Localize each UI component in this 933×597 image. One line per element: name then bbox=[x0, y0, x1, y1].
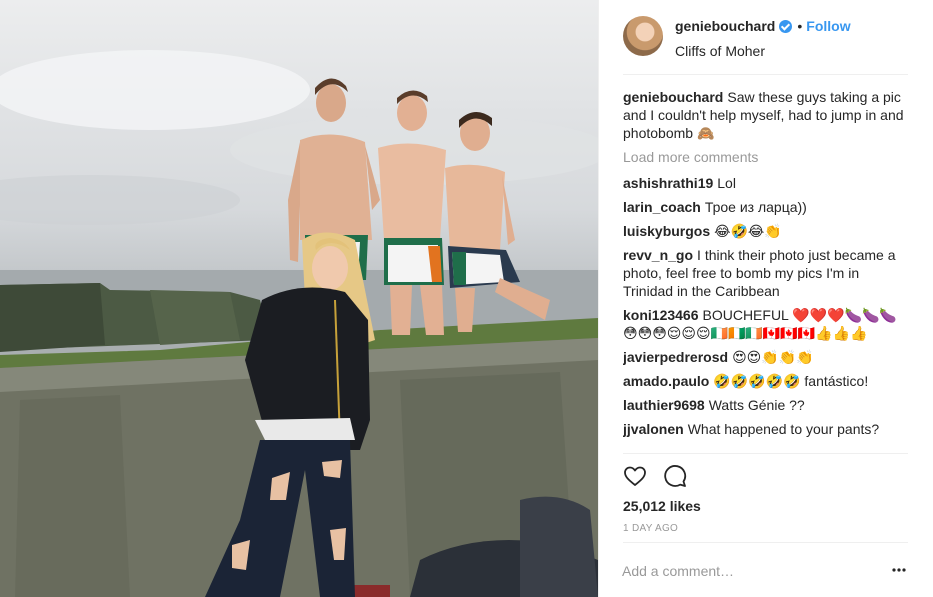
heart-icon[interactable] bbox=[623, 464, 647, 488]
likes-count[interactable]: 25,012 likes bbox=[623, 498, 701, 514]
instagram-post: geniebouchard • Follow Cliffs of Moher g… bbox=[0, 0, 933, 597]
comment-username[interactable]: lauthier9698 bbox=[623, 397, 705, 413]
comment-item: ashishrathi19 Lol bbox=[623, 174, 909, 192]
comment-text: Watts Génie ?? bbox=[708, 397, 805, 413]
photo-scene bbox=[0, 50, 598, 597]
comment-item: amado.paulo 🤣🤣🤣🤣🤣 fantástico! bbox=[623, 372, 909, 390]
comment-username[interactable]: ashishrathi19 bbox=[623, 175, 713, 191]
follow-button[interactable]: Follow bbox=[806, 18, 850, 34]
comments-list[interactable]: geniebouchard Saw these guys taking a pic… bbox=[623, 88, 909, 453]
comment-username[interactable]: koni123466 bbox=[623, 307, 699, 323]
comment-item: javierpedrerosd 😍😍👏👏👏 bbox=[623, 348, 909, 366]
comment-username[interactable]: luiskyburgos bbox=[623, 223, 710, 239]
add-comment-input[interactable] bbox=[622, 560, 908, 582]
author-username[interactable]: geniebouchard bbox=[675, 18, 775, 34]
header-divider bbox=[623, 74, 908, 75]
more-options-icon[interactable] bbox=[892, 568, 906, 572]
caption: geniebouchard Saw these guys taking a pic… bbox=[623, 88, 909, 142]
comments-divider bbox=[623, 453, 908, 454]
comment-username[interactable]: jjvalonen bbox=[623, 421, 684, 437]
comment-username[interactable]: amado.paulo bbox=[623, 373, 709, 389]
comment-username[interactable]: revv_n_go bbox=[623, 247, 693, 263]
comment-icon[interactable] bbox=[663, 464, 687, 488]
separator-dot: • bbox=[797, 18, 803, 34]
caption-username[interactable]: geniebouchard bbox=[623, 89, 723, 105]
add-comment-divider bbox=[623, 542, 908, 543]
avatar[interactable] bbox=[623, 16, 663, 56]
comment-text: 😂🤣😂👏 bbox=[714, 223, 782, 239]
location-link[interactable]: Cliffs of Moher bbox=[675, 43, 765, 59]
comment-username[interactable]: javierpedrerosd bbox=[623, 349, 728, 365]
post-timestamp[interactable]: 1 DAY AGO bbox=[623, 523, 678, 534]
post-side-panel: geniebouchard • Follow Cliffs of Moher g… bbox=[598, 0, 933, 597]
comment-item: luiskyburgos 😂🤣😂👏 bbox=[623, 222, 909, 240]
comment-text: Трое из ларца)) bbox=[704, 199, 807, 215]
load-more-comments-button[interactable]: Load more comments bbox=[623, 148, 909, 166]
comment-item: lauthier9698 Watts Génie ?? bbox=[623, 396, 909, 414]
comment-text: Lol bbox=[717, 175, 736, 191]
comment-item: jjvalonen What happened to your pants? bbox=[623, 420, 909, 438]
comment-text: 😍😍👏👏👏 bbox=[732, 349, 814, 365]
author-row: geniebouchard • Follow bbox=[675, 18, 851, 34]
verified-badge-icon bbox=[779, 19, 793, 33]
comment-text: 🤣🤣🤣🤣🤣 fantástico! bbox=[713, 373, 869, 389]
comment-item: koni123466 BOUCHEFUL ❤️❤️❤️🍆🍆🍆😳😳😳😌😌😌🇮🇪🇨🇮🇮… bbox=[623, 306, 909, 342]
post-header: geniebouchard • Follow Cliffs of Moher bbox=[599, 0, 933, 74]
comment-username[interactable]: larin_coach bbox=[623, 199, 701, 215]
action-bar bbox=[623, 464, 703, 488]
comment-item: larin_coach Трое из ларца)) bbox=[623, 198, 909, 216]
post-photo[interactable] bbox=[0, 0, 598, 597]
comment-item: revv_n_go I think their photo just became… bbox=[623, 246, 909, 300]
comment-text: What happened to your pants? bbox=[687, 421, 880, 437]
